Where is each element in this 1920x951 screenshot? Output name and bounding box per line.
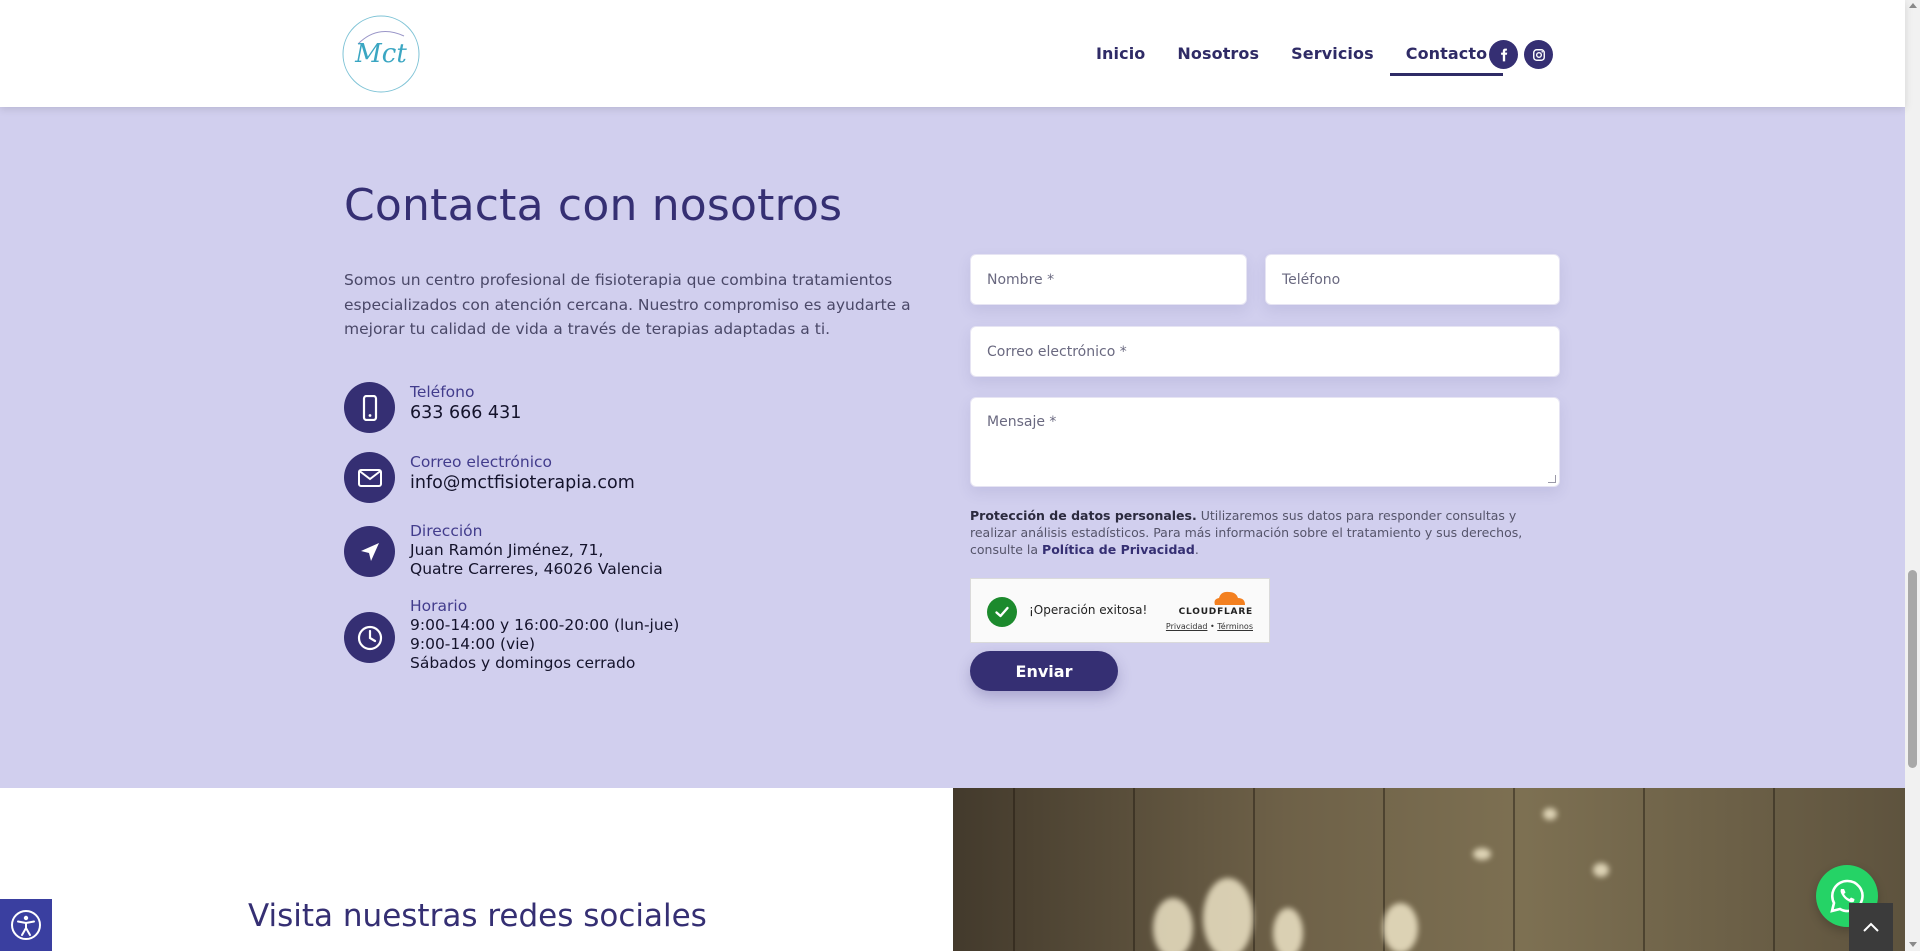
cloudflare-logo-icon [1214, 591, 1245, 605]
privacy-end: . [1194, 542, 1199, 557]
email-label: Correo electrónico [410, 453, 553, 471]
captcha-privacy-link[interactable]: Privacidad [1166, 622, 1208, 631]
hours-line-1: 9:00-14:00 y 16:00-20:00 (lun-jue) [410, 616, 680, 634]
nav-servicios[interactable]: Servicios [1275, 0, 1390, 107]
privacy-notice: Protección de datos personales. Utilizar… [970, 507, 1560, 558]
address-line-2: Quatre Carreres, 46026 Valencia [410, 560, 663, 578]
privacy-title: Protección de datos personales. [970, 508, 1197, 523]
envelope-icon [344, 452, 395, 503]
email-field[interactable]: Correo electrónico * [970, 326, 1560, 377]
cloudflare-captcha[interactable]: ¡Operación exitosa! CLOUDFLARE Privacida… [970, 578, 1270, 643]
nav-contacto[interactable]: Contacto [1389, 0, 1504, 107]
site-logo[interactable]: Mct [338, 14, 424, 94]
hours-line-2: 9:00-14:00 (vie) [410, 635, 536, 653]
clock-icon [344, 612, 395, 663]
back-to-top-button[interactable] [1849, 903, 1893, 951]
captcha-separator: • [1207, 622, 1218, 631]
contact-section [0, 107, 1905, 788]
captcha-status: ¡Operación exitosa! [1029, 603, 1148, 617]
main-nav: Inicio Nosotros Servicios Contacto [1080, 0, 1503, 107]
facebook-icon[interactable] [1489, 40, 1518, 69]
nav-inicio[interactable]: Inicio [1080, 0, 1161, 107]
page-title: Contacta con nosotros [344, 180, 843, 231]
mobile-phone-icon [344, 382, 395, 433]
social-section-title: Visita nuestras redes sociales [248, 898, 707, 934]
site-header: Mct Inicio Nosotros Servicios Contacto [0, 0, 1905, 107]
phone-placeholder: Teléfono [1282, 271, 1341, 288]
address-label: Dirección [410, 522, 483, 540]
scrollbar-thumb[interactable] [1908, 570, 1917, 768]
email-placeholder: Correo electrónico * [987, 343, 1127, 360]
captcha-terms-link[interactable]: Términos [1217, 622, 1253, 631]
checkmark-icon [987, 597, 1017, 627]
address-line-1: Juan Ramón Jiménez, 71, [410, 541, 604, 559]
accessibility-button[interactable] [0, 899, 52, 951]
svg-text:Mct: Mct [354, 39, 407, 69]
name-field[interactable]: Nombre * [970, 254, 1247, 305]
instagram-icon[interactable] [1524, 40, 1553, 69]
contact-intro: Somos un centro profesional de fisiotera… [344, 271, 911, 338]
message-field[interactable]: Mensaje * [970, 397, 1560, 487]
phone-field[interactable]: Teléfono [1265, 254, 1560, 305]
phone-value[interactable]: 633 666 431 [410, 402, 870, 424]
nav-nosotros[interactable]: Nosotros [1161, 0, 1275, 107]
location-arrow-icon [344, 526, 395, 577]
privacy-policy-link[interactable]: Política de Privacidad [1042, 542, 1195, 557]
submit-button[interactable]: Enviar [970, 651, 1118, 691]
page-scrollbar[interactable] [1905, 0, 1920, 951]
hours-label: Horario [410, 597, 468, 615]
scroll-down-arrow-icon[interactable] [1909, 942, 1917, 947]
floor-photo [953, 788, 1905, 951]
accessibility-icon [11, 910, 41, 940]
phone-label: Teléfono [410, 383, 475, 401]
name-placeholder: Nombre * [987, 271, 1055, 288]
hours-line-3: Sábados y domingos cerrado [410, 654, 636, 672]
captcha-links: Privacidad • Términos [1166, 622, 1253, 631]
resize-handle[interactable] [1548, 475, 1556, 483]
message-placeholder: Mensaje * [987, 414, 1057, 430]
captcha-brand: CLOUDFLARE [1178, 607, 1253, 617]
scroll-up-arrow-icon[interactable] [1909, 3, 1917, 8]
chevron-up-icon [1863, 922, 1879, 932]
email-value[interactable]: info@mctfisioterapia.com [410, 472, 870, 494]
